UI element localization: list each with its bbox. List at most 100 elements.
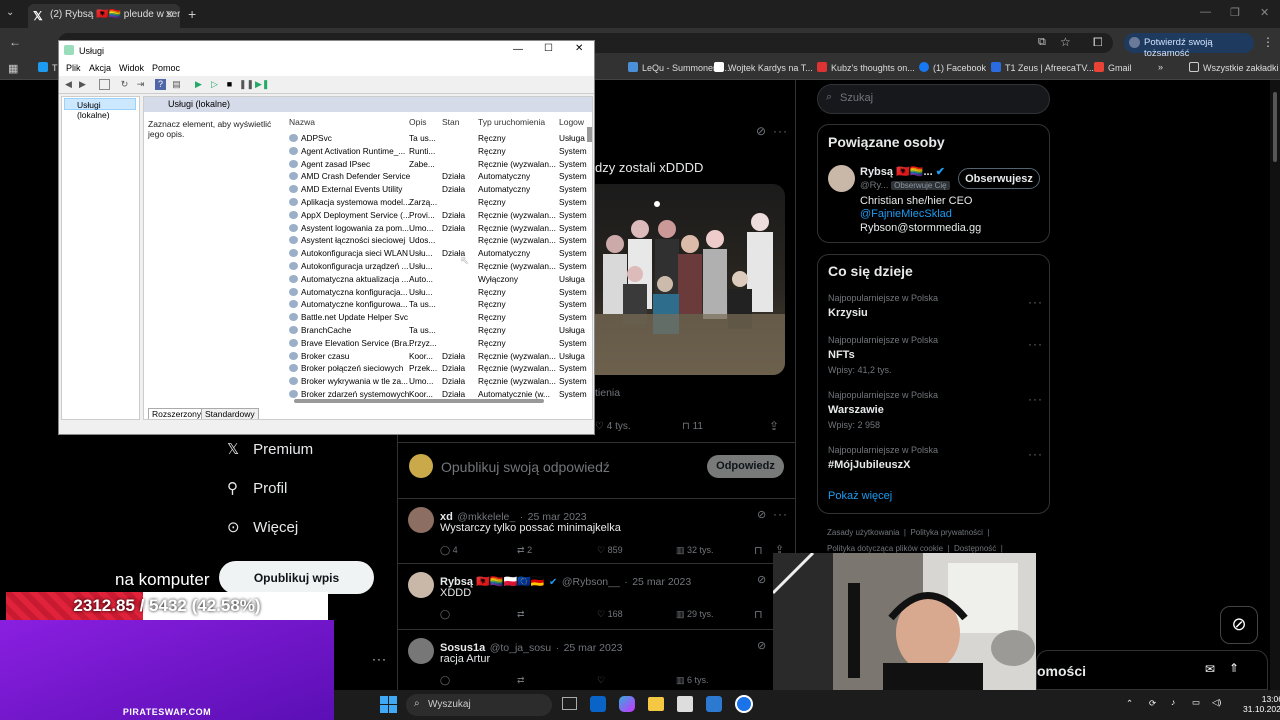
back-icon[interactable]: ←	[9, 35, 21, 49]
forward-icon[interactable]: ▶	[77, 79, 88, 90]
view-count[interactable]: ▥ 6 tys.	[676, 675, 709, 686]
service-row[interactable]: Asystent logowania za pom... Umo... Działa…	[287, 222, 587, 235]
export-icon[interactable]: ⇥	[135, 79, 146, 90]
expand-icon[interactable]: ⇑	[1229, 661, 1239, 675]
service-row[interactable]: Asystent łączności sieciowej Udos... Ręczn…	[287, 234, 587, 247]
close-icon[interactable]: ✕	[575, 43, 583, 54]
start-alt-icon[interactable]: ▷	[209, 79, 220, 90]
menu-action[interactable]: Akcja	[89, 63, 111, 73]
retweet-count[interactable]: ⇄ 2	[517, 545, 532, 556]
service-row[interactable]: BranchCache Ta us... Ręczny Usługa	[287, 324, 587, 337]
reply-button[interactable]: Odpowiedz	[707, 455, 784, 478]
refresh-icon[interactable]: ↻	[119, 79, 130, 90]
back-icon[interactable]: ◀	[63, 79, 74, 90]
maximize-icon[interactable]: ❐	[1230, 6, 1240, 19]
nav-profile[interactable]: ⚲ Profil	[227, 479, 287, 497]
menu-file[interactable]: Plik	[66, 63, 81, 73]
close-window-icon[interactable]: ✕	[1260, 6, 1269, 19]
service-row[interactable]: Automatyczne konfigurowa... Ta us... Ręczn…	[287, 298, 587, 311]
reply-handle[interactable]: @Rybson__	[562, 576, 620, 588]
new-message-icon[interactable]: ✉	[1205, 662, 1215, 676]
horizontal-scrollbar-thumb[interactable]	[294, 399, 544, 403]
reply-input[interactable]: Opublikuj swoją odpowiedź	[441, 459, 610, 475]
like-stat[interactable]: ♡ 4 tys.	[595, 421, 631, 432]
bookmark-item[interactable]: T	[38, 62, 58, 73]
tab-close-icon[interactable]: ✕	[165, 8, 174, 21]
service-row[interactable]: Autokonfiguracja urządzeń ... Usłu... Ręcz…	[287, 260, 587, 273]
file-explorer-icon[interactable]	[648, 697, 664, 711]
pause-icon[interactable]: ❚❚	[239, 79, 254, 90]
related-name[interactable]: Rybsą 🇦🇱🏳️‍🌈... ✔	[860, 165, 945, 178]
account-menu-icon[interactable]: ···	[372, 652, 387, 666]
column-name[interactable]: Nazwa	[289, 117, 315, 127]
grok-button[interactable]: ⊘	[1220, 606, 1258, 644]
related-handle[interactable]: @Ry... Obserwuje Cię	[860, 180, 950, 191]
apps-grid-icon[interactable]: ▦	[8, 62, 18, 75]
service-row[interactable]: Broker połączeń sieciowych Przek... Działa…	[287, 362, 587, 375]
footer-link[interactable]: Polityka prywatności	[910, 528, 982, 537]
more-options-icon[interactable]: ···	[773, 124, 788, 138]
like-count[interactable]: ♡ 859	[597, 545, 623, 556]
all-bookmarks[interactable]: Wszystkie zakładki	[1189, 62, 1279, 73]
bookmark-item[interactable]: Kubz's thoughts on...	[817, 62, 915, 73]
service-row[interactable]: Automatyczna aktualizacja ... Auto... Wyłą…	[287, 273, 587, 286]
retweet-icon[interactable]: ⇄	[517, 675, 525, 686]
user-avatar[interactable]	[409, 454, 433, 478]
trend-item[interactable]: Najpopularniejsze w Polska Warszawie Wpi…	[828, 390, 1043, 430]
grok-icon[interactable]: ⊘	[757, 639, 766, 652]
trend-item[interactable]: Najpopularniejsze w Polska NFTs Wpisy: 4…	[828, 335, 1043, 375]
footer-link[interactable]: Dostępność	[954, 544, 996, 553]
stop-icon[interactable]: ■	[224, 79, 235, 90]
new-tab-button[interactable]: +	[188, 6, 196, 22]
tab-extended[interactable]: Rozszerzony	[148, 408, 206, 419]
tab-standard[interactable]: Standardowy	[201, 408, 259, 419]
task-view-icon[interactable]	[562, 697, 577, 710]
bookmark-item[interactable]: Wojtek Kardys na T...	[714, 62, 813, 73]
reply-handle[interactable]: @to_ja_sosu	[490, 642, 551, 654]
store-icon[interactable]	[677, 696, 693, 712]
browser-app-icon[interactable]	[735, 695, 753, 713]
reply-date[interactable]: 25 mar 2023	[632, 576, 691, 588]
browser-tab[interactable]: 𝕏 (2) Rybsą 🇦🇱🏳️‍🌈 pleude w serwisie X ✕	[28, 4, 180, 28]
copilot-icon[interactable]	[619, 696, 635, 712]
post-button[interactable]: Opublikuj wpis	[219, 561, 374, 594]
view-count[interactable]: ▥ 32 tys.	[676, 545, 714, 556]
nav-premium[interactable]: 𝕏 Premium	[227, 440, 313, 458]
bookmark-star-icon[interactable]: ☆	[1060, 35, 1071, 49]
tab-search-icon[interactable]: ⌄	[6, 7, 14, 18]
reply-count[interactable]: ◯ 4	[440, 545, 458, 556]
column-log-on-as[interactable]: Logow	[559, 117, 584, 127]
retweet-icon[interactable]: ⇄	[517, 609, 525, 620]
like-count[interactable]: ♡ 168	[597, 609, 623, 620]
bookmark-item[interactable]: (1) Facebook	[919, 62, 986, 73]
service-row[interactable]: Agent zasad IPsec Zabe... Ręcznie (wyzwala…	[287, 158, 587, 171]
service-row[interactable]: ADPSvc Ta us... Ręczny Usługa	[287, 132, 587, 145]
service-row[interactable]: Brave Elevation Service (Bra... Przyz... R…	[287, 337, 587, 350]
avatar[interactable]	[408, 638, 434, 664]
service-row[interactable]: AMD External Events Utility Działa Automat…	[287, 183, 587, 196]
microphone-icon[interactable]: ♪	[1171, 697, 1175, 707]
grok-icon[interactable]: ⊘	[757, 573, 766, 586]
bookmark-icon[interactable]: ⊓	[754, 608, 763, 621]
maximize-icon[interactable]: ☐	[544, 43, 553, 54]
share-icon[interactable]: ⇪	[769, 419, 779, 433]
grok-icon[interactable]: ⊘	[756, 124, 766, 138]
column-description[interactable]: Opis	[409, 117, 426, 127]
service-row[interactable]: Battle.net Update Helper Svc Ręczny System	[287, 311, 587, 324]
bookmark-item[interactable]: Gmail	[1094, 62, 1132, 73]
bookmark-item[interactable]: T1 Zeus | AfreecaTV...	[991, 62, 1094, 73]
clock[interactable]: 13:06 31.10.2025	[1243, 694, 1280, 714]
grok-icon[interactable]: ⊘	[757, 508, 766, 521]
bookmark-icon[interactable]: ⊓	[754, 544, 763, 557]
trend-item[interactable]: Najpopularniejsze w Polska Krzysiu ···	[828, 293, 1043, 319]
messages-drawer[interactable]: omości ✉ ⇑	[1036, 650, 1268, 690]
service-row[interactable]: Broker czasu Koor... Działa Ręcznie (wyzwal…	[287, 350, 587, 363]
properties-icon[interactable]: ▤	[171, 79, 182, 90]
column-status[interactable]: Stan	[442, 117, 460, 127]
reply-date[interactable]: 25 mar 2023	[564, 642, 623, 654]
service-row[interactable]: AMD Crash Defender Service Działa Automaty…	[287, 170, 587, 183]
tweet-image[interactable]	[595, 184, 785, 375]
mail-app-icon[interactable]	[706, 696, 722, 712]
network-icon[interactable]: ▭	[1192, 697, 1200, 708]
minimize-icon[interactable]: —	[513, 44, 523, 55]
